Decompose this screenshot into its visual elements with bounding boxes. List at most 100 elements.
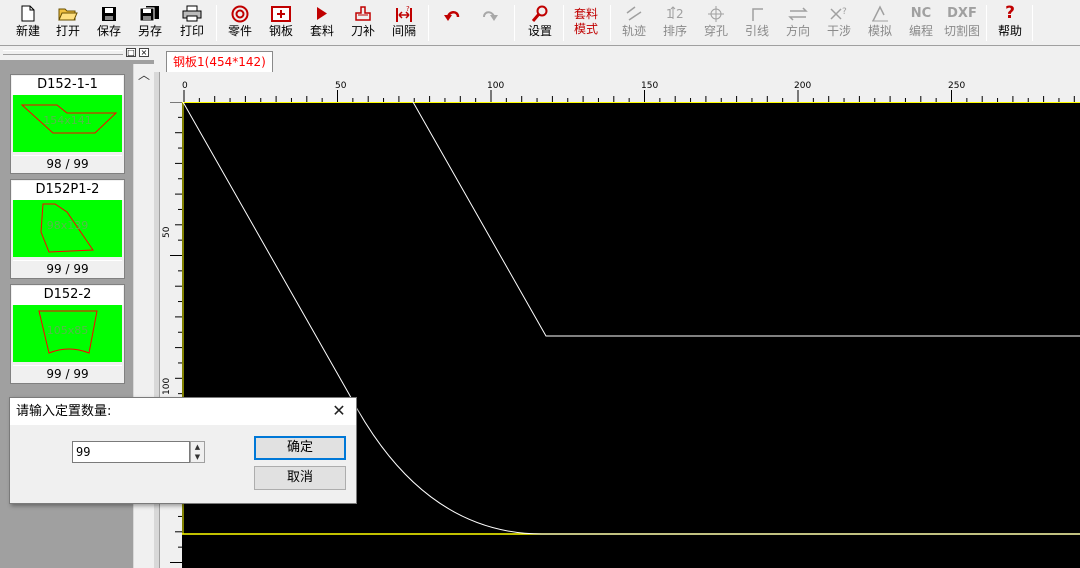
plate-label: 钢板: [268, 24, 293, 38]
spin-up-icon[interactable]: ▲: [191, 442, 204, 452]
simulate-icon: [865, 3, 895, 24]
part-name: D152-2: [12, 286, 123, 305]
lead-line-button[interactable]: 引线: [737, 3, 777, 43]
kerf-icon: [348, 3, 378, 24]
interference-button[interactable]: ? 干涉: [819, 3, 859, 43]
spin-down-icon[interactable]: ▼: [191, 452, 204, 462]
part-button[interactable]: 零件: [220, 3, 260, 43]
svg-text:?: ?: [406, 5, 410, 13]
lead-line-label: 引线: [744, 24, 769, 38]
simulate-label: 模拟: [867, 24, 892, 38]
nest-mode-label-line1: 套料: [573, 7, 598, 21]
new-file-icon: [13, 3, 43, 24]
toolbar-separator: [610, 5, 611, 41]
document-tab-strip: 钢板1(454*142): [154, 46, 1080, 72]
svg-text:2: 2: [676, 7, 684, 21]
part-card-2[interactable]: D152P1-2 98x139 99 / 99: [10, 179, 125, 279]
tab-plate-1[interactable]: 钢板1(454*142): [166, 51, 273, 72]
panel-grip[interactable]: [3, 50, 123, 55]
spacing-label: 间隔: [391, 24, 416, 38]
v-ruler-label: 50: [162, 226, 172, 238]
cancel-button[interactable]: 取消: [254, 466, 346, 490]
spacing-icon: ?: [389, 3, 419, 24]
nc-icon: NC: [910, 6, 932, 21]
new-label: 新建: [15, 24, 40, 38]
print-button[interactable]: 打印: [172, 3, 212, 43]
quantity-spinner[interactable]: ▲ ▼: [190, 441, 205, 463]
nest-mode-label-line2: 模式: [573, 22, 598, 36]
part-count: 99 / 99: [13, 260, 122, 277]
spacing-button[interactable]: ? 间隔: [384, 3, 424, 43]
track-zigzag-icon: [619, 3, 649, 24]
horizontal-ruler-ticks: [183, 90, 1075, 102]
part-thumbnail: 98x139: [13, 200, 122, 257]
dialog-title: 请输入定置数量:: [10, 398, 356, 425]
part-dimensions: 98x139: [46, 219, 89, 232]
ok-button[interactable]: 确定: [254, 436, 346, 460]
nc-program-label: 编程: [908, 24, 933, 38]
undo-button[interactable]: [432, 3, 472, 43]
save-button[interactable]: 保存: [89, 3, 129, 43]
printer-icon: [177, 3, 207, 24]
nest-mode-button[interactable]: 套料 模式: [566, 3, 606, 43]
nest-button[interactable]: 套料: [302, 3, 342, 43]
cut-drawing-button[interactable]: DXF 切割图: [942, 3, 982, 43]
help-button[interactable]: ? 帮助: [990, 3, 1030, 43]
h-ruler-label: 0: [182, 81, 188, 91]
pierce-button[interactable]: 穿孔: [696, 3, 736, 43]
part-card-3[interactable]: D152-2 105x85 99 / 99: [10, 284, 125, 384]
help-question-icon: ?: [1005, 3, 1015, 23]
toolbar-separator: [986, 5, 987, 41]
cut-drawing-label: 切割图: [943, 24, 980, 38]
direction-button[interactable]: 方向: [778, 3, 818, 43]
restore-panel-icon[interactable]: □: [126, 48, 136, 57]
sort-label: 排序: [662, 24, 687, 38]
open-label: 打开: [55, 24, 80, 38]
part-contour-upper: [412, 102, 1080, 337]
part-name: D152P1-2: [12, 181, 123, 200]
track-button[interactable]: 轨迹: [614, 3, 654, 43]
plate-button[interactable]: 钢板: [261, 3, 301, 43]
quantity-input[interactable]: 99: [72, 441, 190, 463]
redo-button[interactable]: [470, 3, 510, 43]
pierce-label: 穿孔: [703, 24, 728, 38]
lead-line-icon: [742, 3, 772, 24]
track-label: 轨迹: [621, 24, 646, 38]
wrench-icon: [525, 3, 555, 24]
nc-program-button[interactable]: NC 编程: [901, 3, 941, 43]
v-ruler-label: 100: [162, 377, 172, 395]
toolbar-separator: [1032, 5, 1033, 41]
new-button[interactable]: 新建: [8, 3, 48, 43]
save-as-button[interactable]: 另存: [130, 3, 170, 43]
part-count: 98 / 99: [13, 155, 122, 172]
close-icon[interactable]: ✕: [330, 402, 348, 420]
toolbar-separator: [216, 5, 217, 41]
h-ruler-label: 200: [794, 81, 812, 91]
close-panel-icon[interactable]: ×: [139, 48, 149, 57]
toolbar-separator: [428, 5, 429, 41]
part-card-1[interactable]: D152-1-1 154x141 98 / 99: [10, 74, 125, 174]
h-ruler-label: 150: [641, 81, 659, 91]
settings-button[interactable]: 设置: [520, 3, 560, 43]
play-triangle-icon: [307, 3, 337, 24]
print-label: 打印: [179, 24, 204, 38]
h-ruler-label: 250: [948, 81, 966, 91]
interference-label: 干涉: [826, 24, 851, 38]
part-dimensions: 154x141: [43, 114, 92, 127]
save-as-label: 另存: [137, 24, 162, 38]
kerf-button[interactable]: 刀补: [343, 3, 383, 43]
simulate-button[interactable]: 模拟: [860, 3, 900, 43]
crosshair-icon: [701, 3, 731, 24]
part-ring-icon: [225, 3, 255, 24]
sort-button[interactable]: 12 排序: [655, 3, 695, 43]
part-thumbnail: 105x85: [13, 305, 122, 362]
save-as-disks-icon: [135, 3, 165, 24]
open-button[interactable]: 打开: [48, 3, 88, 43]
scroll-up-chevron-icon[interactable]: ︿: [134, 66, 154, 82]
sort-order-icon: 12: [660, 3, 690, 24]
redo-arrow-icon: [475, 3, 505, 24]
settings-label: 设置: [527, 24, 552, 38]
part-thumbnail: 154x141: [13, 95, 122, 152]
folder-open-icon: [53, 3, 83, 24]
h-ruler-label: 50: [335, 81, 347, 91]
